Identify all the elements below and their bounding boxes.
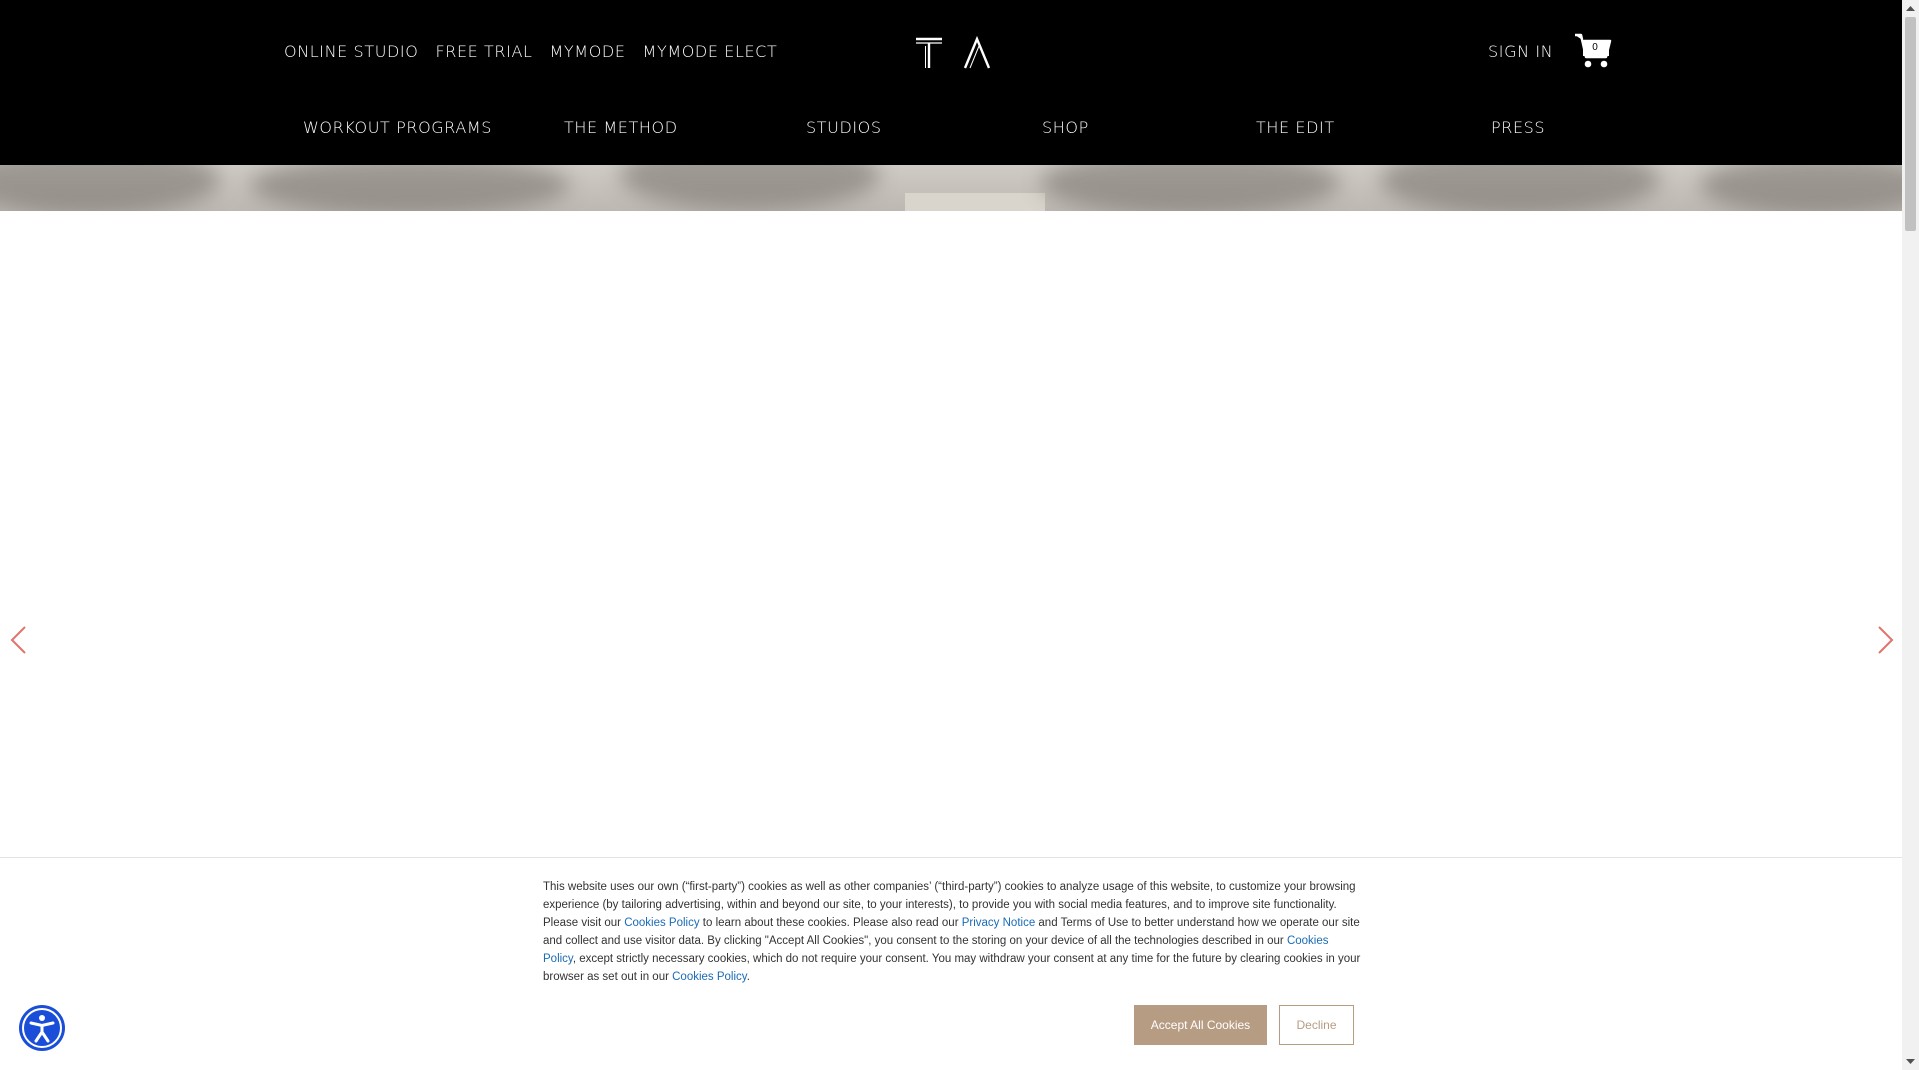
online-studio-link[interactable]: ONLINE STUDIO — [284, 42, 418, 61]
nav-studios[interactable]: STUDIOS — [806, 118, 882, 137]
triangle-up-icon — [1906, 6, 1915, 11]
accessibility-icon — [22, 1008, 62, 1048]
cookies-policy-link[interactable]: Cookies Policy — [672, 971, 747, 983]
privacy-notice-link[interactable]: Privacy Notice — [962, 917, 1036, 929]
cookie-text-part: . — [746, 971, 750, 983]
cookie-notice-text: This website uses our own (“first-party”… — [543, 878, 1363, 986]
utility-nav: ONLINE STUDIO FREE TRIAL MYMODE MYMODE E… — [284, 42, 777, 61]
cart-count-badge: 0 — [1592, 42, 1598, 53]
sign-in-link[interactable]: SIGN IN — [1488, 42, 1553, 61]
hero-image — [0, 165, 1902, 211]
nav-press[interactable]: PRESS — [1491, 118, 1545, 137]
accept-all-cookies-button[interactable]: Accept All Cookies — [1134, 1005, 1267, 1045]
site-header: ONLINE STUDIO FREE TRIAL MYMODE MYMODE E… — [0, 0, 1902, 165]
carousel-next-button[interactable] — [1874, 624, 1898, 656]
cookie-text-part: , except strictly necessary cookies, whi… — [543, 953, 1361, 983]
scrollbar-thumb[interactable] — [1905, 17, 1916, 231]
chevron-left-icon — [10, 626, 26, 654]
page-scrollbar[interactable] — [1902, 0, 1919, 1070]
nav-workout-programs[interactable]: WORKOUT PROGRAMS — [303, 118, 492, 137]
carousel-prev-button[interactable] — [6, 624, 30, 656]
nav-the-method[interactable]: THE METHOD — [564, 118, 678, 137]
triangle-down-icon — [1906, 1059, 1915, 1064]
nav-the-edit[interactable]: THE EDIT — [1256, 118, 1335, 137]
free-trial-link[interactable]: FREE TRIAL — [435, 42, 532, 61]
mymode-link[interactable]: MYMODE — [550, 42, 626, 61]
site-logo[interactable] — [912, 34, 996, 72]
scroll-up-button[interactable] — [1902, 0, 1919, 17]
mymode-elect-link[interactable]: MYMODE ELECT — [643, 42, 778, 61]
chevron-right-icon — [1878, 626, 1894, 654]
cookie-text-part: to learn about these cookies. Please als… — [699, 917, 962, 929]
decline-cookies-button[interactable]: Decline — [1279, 1005, 1354, 1045]
cookies-policy-link[interactable]: Cookies Policy — [624, 917, 699, 929]
cart-button[interactable]: 0 — [1573, 32, 1613, 70]
main-nav: WORKOUT PROGRAMS THE METHOD STUDIOS SHOP… — [0, 118, 1902, 140]
cookie-banner: This website uses our own (“first-party”… — [0, 857, 1902, 1070]
nav-shop[interactable]: SHOP — [1042, 118, 1089, 137]
scroll-down-button[interactable] — [1902, 1053, 1919, 1070]
accessibility-button[interactable] — [19, 1005, 65, 1051]
